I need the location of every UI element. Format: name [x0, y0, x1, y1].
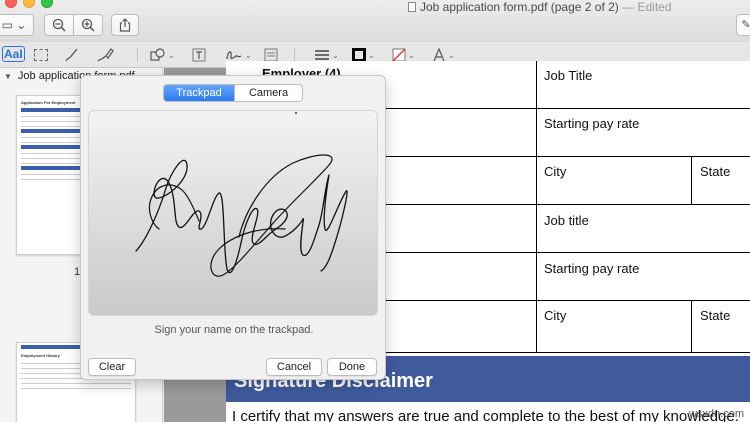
watermark: wsxdn.com — [688, 408, 744, 420]
minimize-button[interactable] — [23, 0, 35, 8]
border-color-icon — [352, 48, 366, 62]
field-label: Job Title — [544, 68, 593, 83]
rect-selection-tool[interactable] — [34, 49, 48, 61]
draw-icon — [97, 48, 114, 62]
field-label: Job title — [544, 213, 589, 228]
chevron-down-icon: ⌄ — [448, 50, 455, 60]
certification-text: I certify that my answers are true and c… — [232, 408, 739, 422]
tab-camera[interactable]: Camera — [234, 85, 302, 101]
signature-stroke — [135, 154, 348, 277]
field-label: Starting pay rate — [544, 116, 640, 131]
textbox-icon — [192, 48, 206, 62]
zoom-out-icon — [52, 18, 66, 32]
field-label: State — [700, 308, 731, 323]
field-label: City — [544, 164, 567, 179]
fill-color-icon — [392, 48, 406, 62]
zoom-button[interactable] — [41, 0, 53, 8]
signature-pad[interactable] — [88, 110, 378, 316]
field-label: City — [544, 308, 567, 323]
capture-mode-tabs: Trackpad Camera — [163, 84, 303, 102]
field-label: Starting pay rate — [544, 261, 640, 276]
chevron-down-icon: ⌄ — [168, 50, 175, 60]
signature-instruction: Sign your name on the trackpad. — [154, 324, 314, 336]
share-button[interactable] — [111, 14, 139, 36]
chevron-down-icon: ⌄ — [368, 50, 375, 60]
window-title-separator: — — [618, 0, 638, 14]
chevron-down-icon: ⌄ — [408, 50, 415, 60]
disclosure-triangle-icon[interactable]: ▼ — [4, 72, 12, 81]
close-button[interactable] — [5, 0, 17, 8]
toolbar-divider — [137, 48, 138, 62]
shapes-icon — [150, 48, 165, 61]
title-bar: Job application form.pdf (page 2 of 2) —… — [0, 0, 750, 42]
chevron-down-icon: ⌄ — [245, 50, 252, 60]
window-title: Job application form.pdf (page 2 of 2) —… — [408, 0, 672, 14]
sketch-icon — [65, 48, 78, 62]
signature-popover: Trackpad Camera Sign your name on the tr… — [80, 75, 386, 380]
thumbnail-line — [21, 381, 131, 384]
clear-button[interactable]: Clear — [88, 358, 136, 376]
zoom-in-icon — [81, 18, 95, 32]
text-selection-tool[interactable]: AaI — [2, 46, 25, 62]
note-icon — [264, 48, 278, 62]
sidebar-toggle-button[interactable]: ▭ ⌄ — [0, 14, 34, 36]
font-icon — [433, 48, 445, 62]
window-title-text: Job application form.pdf (page 2 of 2) — [420, 0, 619, 14]
window-controls — [5, 0, 53, 8]
markup-toggle-button[interactable]: ✎ — [736, 14, 750, 36]
text-box-tool[interactable] — [192, 46, 206, 64]
cancel-button[interactable]: Cancel — [266, 358, 322, 376]
zoom-out-button[interactable] — [44, 14, 74, 36]
pencil-icon: ✎ — [741, 19, 750, 31]
tab-trackpad[interactable]: Trackpad — [164, 85, 234, 101]
zoom-in-button[interactable] — [73, 14, 103, 36]
shapes-tool[interactable]: ⌄ — [150, 46, 175, 64]
line-style-icon — [315, 50, 329, 60]
draw-tool[interactable] — [96, 46, 114, 64]
sketch-tool[interactable] — [64, 46, 80, 64]
chevron-down-icon: ⌄ — [332, 50, 339, 60]
sidebar-icon: ▭ ⌄ — [1, 18, 27, 32]
done-button[interactable]: Done — [327, 358, 377, 376]
pdf-file-icon — [408, 2, 416, 12]
thumbnail-line — [21, 386, 131, 389]
toolbar-divider — [294, 48, 295, 62]
share-icon — [119, 18, 131, 32]
field-label: State — [700, 164, 731, 179]
edited-status[interactable]: Edited — [637, 0, 671, 14]
